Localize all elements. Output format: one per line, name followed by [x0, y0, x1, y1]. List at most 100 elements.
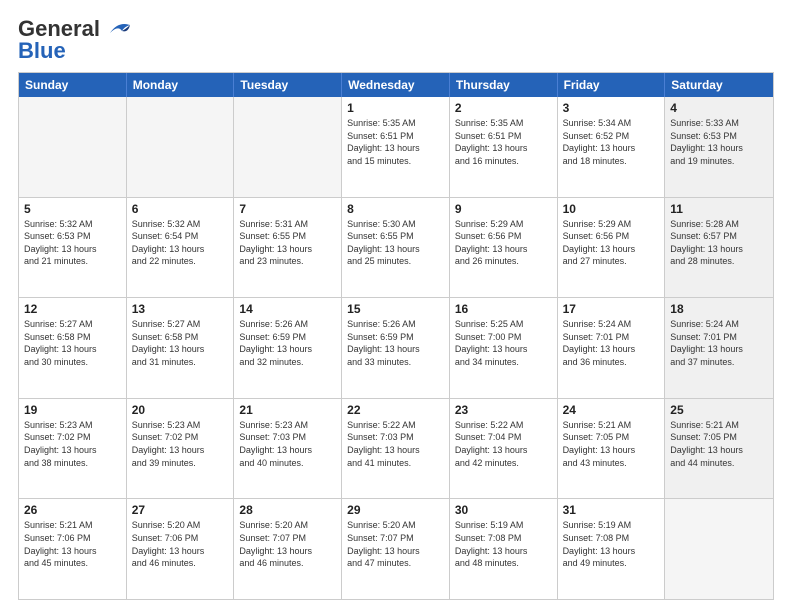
cal-cell: 10Sunrise: 5:29 AM Sunset: 6:56 PM Dayli… [558, 198, 666, 298]
day-number: 22 [347, 403, 444, 417]
weekday-header-wednesday: Wednesday [342, 73, 450, 97]
cell-info: Sunrise: 5:30 AM Sunset: 6:55 PM Dayligh… [347, 218, 444, 268]
weekday-header-thursday: Thursday [450, 73, 558, 97]
calendar-row-2: 12 Sunrise: 5:27 AM Sunset: 6:58 PM Dayli… [19, 298, 773, 399]
cal-cell: 27 Sunrise: 5:20 AM Sunset: 7:06 PM Dayli… [127, 499, 235, 599]
cal-cell: 8 Sunrise: 5:30 AM Sunset: 6:55 PM Daylig… [342, 198, 450, 298]
cal-cell: 4 Sunrise: 5:33 AM Sunset: 6:53 PM Daylig… [665, 97, 773, 197]
cell-info: Sunrise: 5:34 AM Sunset: 6:52 PM Dayligh… [563, 117, 660, 167]
cell-info: Sunrise: 5:21 AM Sunset: 7:06 PM Dayligh… [24, 519, 121, 569]
header: General Blue [18, 16, 774, 64]
cal-cell: 24 Sunrise: 5:21 AM Sunset: 7:05 PM Dayli… [558, 399, 666, 499]
calendar-row-1: 5 Sunrise: 5:32 AM Sunset: 6:53 PM Daylig… [19, 198, 773, 299]
cell-info: Sunrise: 5:22 AM Sunset: 7:04 PM Dayligh… [455, 419, 552, 469]
cell-info: Sunrise: 5:29 AM Sunset: 6:56 PM Dayligh… [563, 218, 660, 268]
cell-info: Sunrise: 5:26 AM Sunset: 6:59 PM Dayligh… [347, 318, 444, 368]
day-number: 12 [24, 302, 121, 316]
day-number: 19 [24, 403, 121, 417]
cal-cell: 16 Sunrise: 5:25 AM Sunset: 7:00 PM Dayli… [450, 298, 558, 398]
cal-cell: 15 Sunrise: 5:26 AM Sunset: 6:59 PM Dayli… [342, 298, 450, 398]
calendar-row-0: 1 Sunrise: 5:35 AM Sunset: 6:51 PM Daylig… [19, 97, 773, 198]
cal-cell: 29 Sunrise: 5:20 AM Sunset: 7:07 PM Dayli… [342, 499, 450, 599]
cell-info: Sunrise: 5:22 AM Sunset: 7:03 PM Dayligh… [347, 419, 444, 469]
cell-info: Sunrise: 5:27 AM Sunset: 6:58 PM Dayligh… [24, 318, 121, 368]
cal-cell: 21 Sunrise: 5:23 AM Sunset: 7:03 PM Dayli… [234, 399, 342, 499]
cal-cell: 7 Sunrise: 5:31 AM Sunset: 6:55 PM Daylig… [234, 198, 342, 298]
logo-bird-icon [102, 19, 134, 39]
calendar-row-3: 19 Sunrise: 5:23 AM Sunset: 7:02 PM Dayli… [19, 399, 773, 500]
cal-cell: 6 Sunrise: 5:32 AM Sunset: 6:54 PM Daylig… [127, 198, 235, 298]
cell-info: Sunrise: 5:23 AM Sunset: 7:03 PM Dayligh… [239, 419, 336, 469]
day-number: 17 [563, 302, 660, 316]
cal-cell: 1 Sunrise: 5:35 AM Sunset: 6:51 PM Daylig… [342, 97, 450, 197]
day-number: 27 [132, 503, 229, 517]
day-number: 1 [347, 101, 444, 115]
cal-cell: 25 Sunrise: 5:21 AM Sunset: 7:05 PM Dayli… [665, 399, 773, 499]
day-number: 14 [239, 302, 336, 316]
cell-info: Sunrise: 5:23 AM Sunset: 7:02 PM Dayligh… [132, 419, 229, 469]
cal-cell [665, 499, 773, 599]
calendar-row-4: 26Sunrise: 5:21 AM Sunset: 7:06 PM Dayli… [19, 499, 773, 599]
cell-info: Sunrise: 5:35 AM Sunset: 6:51 PM Dayligh… [455, 117, 552, 167]
cell-info: Sunrise: 5:28 AM Sunset: 6:57 PM Dayligh… [670, 218, 768, 268]
cal-cell: 9 Sunrise: 5:29 AM Sunset: 6:56 PM Daylig… [450, 198, 558, 298]
calendar-header: SundayMondayTuesdayWednesdayThursdayFrid… [19, 73, 773, 97]
cal-cell: 28Sunrise: 5:20 AM Sunset: 7:07 PM Dayli… [234, 499, 342, 599]
cell-info: Sunrise: 5:32 AM Sunset: 6:53 PM Dayligh… [24, 218, 121, 268]
day-number: 16 [455, 302, 552, 316]
cal-cell: 13Sunrise: 5:27 AM Sunset: 6:58 PM Dayli… [127, 298, 235, 398]
cell-info: Sunrise: 5:19 AM Sunset: 7:08 PM Dayligh… [563, 519, 660, 569]
cal-cell: 12 Sunrise: 5:27 AM Sunset: 6:58 PM Dayli… [19, 298, 127, 398]
day-number: 8 [347, 202, 444, 216]
calendar-body: 1 Sunrise: 5:35 AM Sunset: 6:51 PM Daylig… [19, 97, 773, 599]
day-number: 6 [132, 202, 229, 216]
cell-info: Sunrise: 5:32 AM Sunset: 6:54 PM Dayligh… [132, 218, 229, 268]
day-number: 5 [24, 202, 121, 216]
cell-info: Sunrise: 5:31 AM Sunset: 6:55 PM Dayligh… [239, 218, 336, 268]
cal-cell: 30 Sunrise: 5:19 AM Sunset: 7:08 PM Dayli… [450, 499, 558, 599]
day-number: 7 [239, 202, 336, 216]
cell-info: Sunrise: 5:23 AM Sunset: 7:02 PM Dayligh… [24, 419, 121, 469]
cell-info: Sunrise: 5:25 AM Sunset: 7:00 PM Dayligh… [455, 318, 552, 368]
day-number: 15 [347, 302, 444, 316]
day-number: 24 [563, 403, 660, 417]
cal-cell: 20 Sunrise: 5:23 AM Sunset: 7:02 PM Dayli… [127, 399, 235, 499]
cal-cell: 22 Sunrise: 5:22 AM Sunset: 7:03 PM Dayli… [342, 399, 450, 499]
day-number: 30 [455, 503, 552, 517]
day-number: 29 [347, 503, 444, 517]
cal-cell: 5 Sunrise: 5:32 AM Sunset: 6:53 PM Daylig… [19, 198, 127, 298]
cal-cell: 31 Sunrise: 5:19 AM Sunset: 7:08 PM Dayli… [558, 499, 666, 599]
weekday-header-sunday: Sunday [19, 73, 127, 97]
cal-cell: 2 Sunrise: 5:35 AM Sunset: 6:51 PM Daylig… [450, 97, 558, 197]
cal-cell [234, 97, 342, 197]
cell-info: Sunrise: 5:35 AM Sunset: 6:51 PM Dayligh… [347, 117, 444, 167]
day-number: 31 [563, 503, 660, 517]
calendar: SundayMondayTuesdayWednesdayThursdayFrid… [18, 72, 774, 600]
weekday-header-friday: Friday [558, 73, 666, 97]
cal-cell: 14 Sunrise: 5:26 AM Sunset: 6:59 PM Dayli… [234, 298, 342, 398]
logo-blue: Blue [18, 38, 66, 64]
cell-info: Sunrise: 5:20 AM Sunset: 7:06 PM Dayligh… [132, 519, 229, 569]
cell-info: Sunrise: 5:26 AM Sunset: 6:59 PM Dayligh… [239, 318, 336, 368]
day-number: 28 [239, 503, 336, 517]
cal-cell [19, 97, 127, 197]
cell-info: Sunrise: 5:33 AM Sunset: 6:53 PM Dayligh… [670, 117, 768, 167]
cal-cell: 3 Sunrise: 5:34 AM Sunset: 6:52 PM Daylig… [558, 97, 666, 197]
day-number: 3 [563, 101, 660, 115]
day-number: 20 [132, 403, 229, 417]
cell-info: Sunrise: 5:24 AM Sunset: 7:01 PM Dayligh… [563, 318, 660, 368]
cell-info: Sunrise: 5:20 AM Sunset: 7:07 PM Dayligh… [347, 519, 444, 569]
day-number: 21 [239, 403, 336, 417]
day-number: 9 [455, 202, 552, 216]
cal-cell: 11Sunrise: 5:28 AM Sunset: 6:57 PM Dayli… [665, 198, 773, 298]
day-number: 4 [670, 101, 768, 115]
logo: General Blue [18, 16, 134, 64]
cell-info: Sunrise: 5:29 AM Sunset: 6:56 PM Dayligh… [455, 218, 552, 268]
cal-cell: 26Sunrise: 5:21 AM Sunset: 7:06 PM Dayli… [19, 499, 127, 599]
cell-info: Sunrise: 5:21 AM Sunset: 7:05 PM Dayligh… [563, 419, 660, 469]
day-number: 25 [670, 403, 768, 417]
day-number: 2 [455, 101, 552, 115]
cell-info: Sunrise: 5:21 AM Sunset: 7:05 PM Dayligh… [670, 419, 768, 469]
cell-info: Sunrise: 5:19 AM Sunset: 7:08 PM Dayligh… [455, 519, 552, 569]
page: General Blue SundayMondayTuesdayWednesda… [0, 0, 792, 612]
